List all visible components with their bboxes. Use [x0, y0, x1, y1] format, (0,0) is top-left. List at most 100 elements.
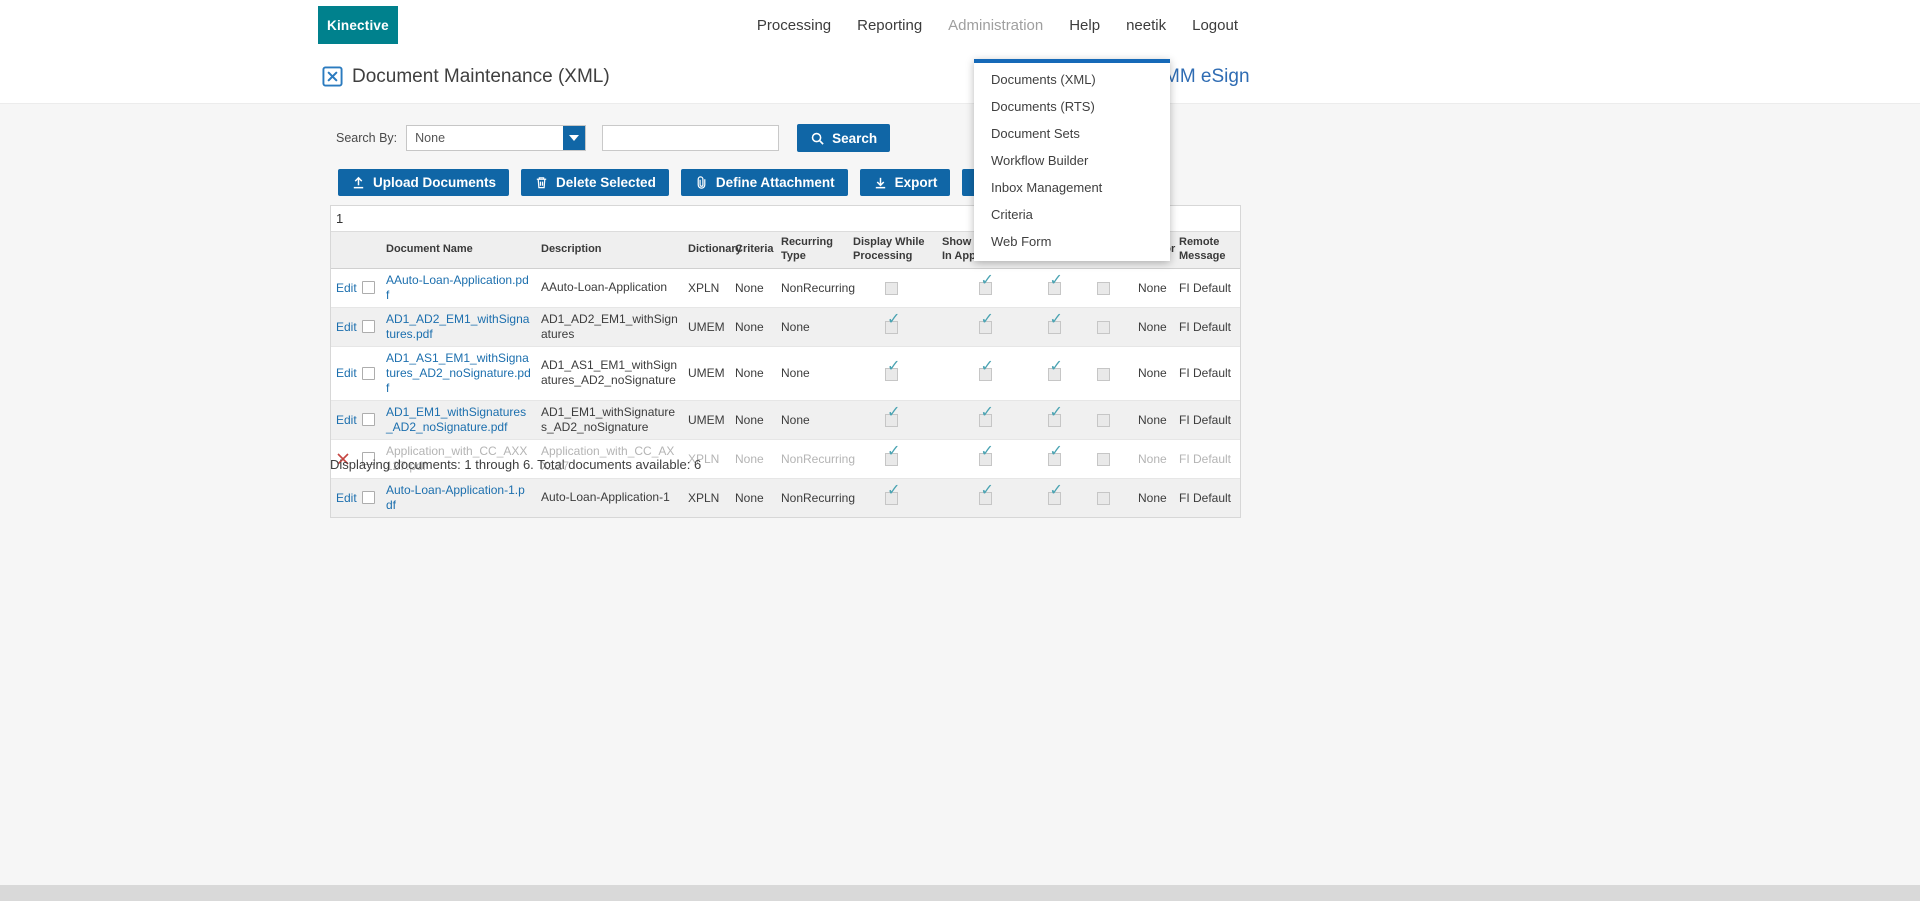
search-by-select[interactable]: None: [406, 125, 587, 151]
row-checkbox[interactable]: [362, 413, 375, 426]
edit-link[interactable]: Edit: [336, 491, 357, 505]
row-checkbox[interactable]: [362, 366, 375, 380]
criteria-cell: None: [735, 280, 764, 295]
edit-link[interactable]: Edit: [336, 413, 357, 427]
edit-link[interactable]: Edit: [336, 366, 357, 380]
attachment-cell: [1075, 479, 1133, 517]
checkbox-column-spacer: [357, 232, 381, 268]
description-cell: AD1_AS1_EM1_withSignatures_AD2_noSignatu…: [541, 358, 678, 387]
document-name-link[interactable]: Auto-Loan-Application-1.pdf: [386, 483, 531, 513]
criteria-cell: None: [735, 366, 764, 380]
main-nav: Processing Reporting Administration Help nee…: [757, 0, 1238, 50]
description-cell: Auto-Loan-Application-1: [541, 490, 670, 504]
edit-link[interactable]: Edit: [336, 320, 357, 334]
archive-checked-indicator: ✓: [1047, 273, 1063, 295]
page-number[interactable]: 1: [336, 211, 343, 226]
document-name-cell: Auto-Loan-Application-1.pdf: [381, 479, 536, 517]
search-input[interactable]: [602, 125, 780, 151]
archive-checked-indicator: ✓: [1047, 405, 1063, 427]
kinective-logo[interactable]: Kinective: [318, 6, 398, 44]
document-name-link[interactable]: AD1_EM1_withSignatures_AD2_noSignature.p…: [386, 405, 531, 435]
recurring-type-cell: NonRecurring: [781, 280, 856, 295]
document-name-link[interactable]: AD1_AD2_EM1_withSignatures.pdf: [386, 312, 531, 342]
download-icon: [873, 175, 888, 190]
document-name-cell: AD1_AD2_EM1_withSignatures.pdf: [381, 308, 536, 346]
display-while-processing-checked-indicator: ✓: [885, 405, 900, 427]
row-checkbox[interactable]: [362, 320, 375, 333]
button-label: Define Attachment: [715, 175, 835, 190]
description-cell: AD1_AD2_EM1_withSignatures: [541, 311, 678, 341]
show-other-app-cell: ✓: [937, 269, 1035, 307]
display-while-processing-checked-indicator: ✓: [885, 444, 900, 466]
document-name-link[interactable]: AD1_AS1_EM1_withSignatures_AD2_noSignatu…: [386, 351, 531, 396]
column-header-display-while-processing: Display While Processing: [853, 236, 925, 262]
recurring-type-cell: None: [781, 366, 810, 380]
action-cell: Edit: [331, 347, 357, 400]
search-icon: [810, 131, 825, 146]
criteria-cell: None: [735, 319, 764, 334]
button-label: Delete Selected: [556, 175, 656, 190]
chevron-down-icon: [563, 126, 586, 150]
menu-item-document-sets[interactable]: Document Sets: [974, 120, 1170, 147]
select-cell: [357, 479, 381, 517]
show-other-app-checked-indicator: ✓: [978, 405, 994, 427]
table-row: Edit AD1_AS1_EM1_withSignatures_AD2_noSi…: [331, 345, 1240, 400]
display-while-processing-cell: ✓: [848, 308, 937, 346]
column-header-criteria: Criteria: [735, 242, 774, 255]
criteria-cell: None: [735, 412, 764, 427]
attachment-unchecked-indicator: [1096, 319, 1112, 334]
attachment-unchecked-indicator: [1096, 366, 1112, 381]
menu-item-web-form[interactable]: Web Form: [974, 228, 1170, 255]
show-other-app-checked-indicator: ✓: [978, 312, 994, 334]
attachment-unchecked-indicator: [1096, 451, 1112, 466]
display-while-processing-checked-indicator: ✓: [885, 312, 900, 334]
table-body: Edit AAuto-Loan-Application.pdf AAuto-Lo…: [331, 269, 1240, 517]
trash-icon: [534, 175, 549, 190]
define-attachment-button[interactable]: Define Attachment: [680, 169, 848, 196]
search-by-label: Search By:: [336, 131, 398, 145]
export-button[interactable]: Export: [859, 169, 951, 196]
row-checkbox[interactable]: [362, 281, 375, 294]
archive-cell: ✓: [1035, 479, 1075, 517]
esign-brand: MM eSign: [1164, 65, 1250, 87]
select-cell: [357, 308, 381, 346]
nav-item-administration[interactable]: Administration: [948, 17, 1043, 34]
table-row: Edit Auto-Loan-Application-1.pdf Auto-Lo…: [331, 477, 1240, 517]
menu-item-documents-xml[interactable]: Documents (XML): [974, 66, 1170, 93]
bottom-strip: [0, 885, 1920, 901]
nav-item-reporting[interactable]: Reporting: [857, 17, 922, 34]
button-label: Export: [894, 175, 938, 190]
attachment-unchecked-indicator: [1096, 490, 1112, 505]
show-other-app-checked-indicator: ✓: [978, 273, 994, 295]
archive-cell: ✓: [1035, 401, 1075, 439]
row-checkbox[interactable]: [362, 491, 375, 504]
menu-item-inbox-management[interactable]: Inbox Management: [974, 174, 1170, 201]
description-cell: AAuto-Loan-Application: [541, 280, 668, 294]
menu-item-workflow-builder[interactable]: Workflow Builder: [974, 147, 1170, 174]
nav-item-processing[interactable]: Processing: [757, 17, 831, 34]
menu-item-documents-rts[interactable]: Documents (RTS): [974, 93, 1170, 120]
attachment-cell: [1075, 440, 1133, 478]
archive-cell: ✓: [1035, 269, 1075, 307]
edit-link[interactable]: Edit: [336, 281, 357, 295]
upload-documents-button[interactable]: Upload Documents: [338, 169, 510, 196]
menu-item-criteria[interactable]: Criteria: [974, 201, 1170, 228]
attachment-unchecked-indicator: [1096, 412, 1112, 427]
nav-item-logout[interactable]: Logout: [1192, 17, 1238, 34]
dictionary-cell: UMEM: [688, 366, 725, 380]
attachment-cell: [1075, 269, 1133, 307]
nav-item-help[interactable]: Help: [1069, 17, 1100, 34]
page-title: Document Maintenance (XML): [352, 65, 610, 87]
vendor-cell: None: [1138, 366, 1167, 380]
recurring-type-cell: NonRecurring: [781, 490, 856, 505]
vendor-cell: None: [1138, 490, 1167, 505]
document-xml-icon: [322, 66, 343, 87]
column-header-remote-message: Remote Message: [1179, 236, 1226, 262]
criteria-cell: None: [735, 451, 764, 466]
archive-cell: ✓: [1035, 347, 1075, 400]
archive-checked-indicator: ✓: [1047, 444, 1063, 466]
document-name-link[interactable]: AAuto-Loan-Application.pdf: [386, 273, 531, 303]
search-button[interactable]: Search: [797, 124, 891, 152]
delete-selected-button[interactable]: Delete Selected: [521, 169, 669, 196]
nav-item-neetik[interactable]: neetik: [1126, 17, 1166, 34]
